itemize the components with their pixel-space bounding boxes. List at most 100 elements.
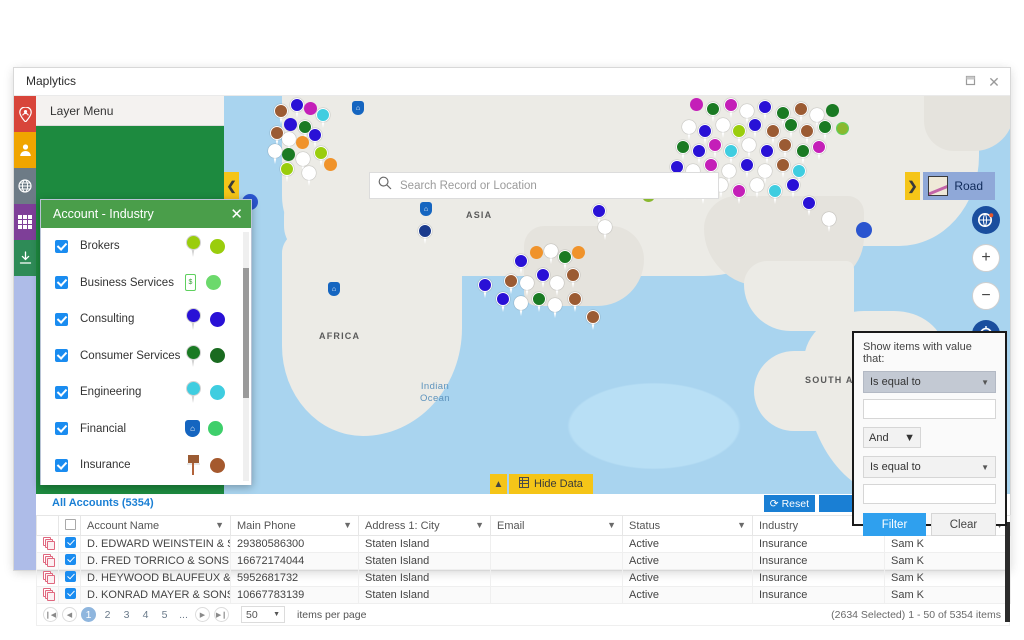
- filter-clear-button[interactable]: Clear: [931, 513, 996, 536]
- filter-operator-1-select[interactable]: Is equal to ▼: [863, 371, 996, 393]
- legend-item-brokers[interactable]: Brokers: [41, 228, 251, 265]
- reset-button[interactable]: ⟳ Reset: [764, 495, 815, 512]
- filter-value-2-input[interactable]: [863, 484, 996, 504]
- map-pin[interactable]: [758, 100, 772, 120]
- legend-item-consulting[interactable]: Consulting: [41, 301, 251, 338]
- map-pin[interactable]: [776, 158, 790, 178]
- search-input[interactable]: [400, 180, 700, 192]
- restore-icon[interactable]: [960, 73, 980, 91]
- map-pin[interactable]: [784, 118, 798, 138]
- map-pin[interactable]: [818, 120, 832, 140]
- map-pin[interactable]: [802, 196, 816, 216]
- map-pin[interactable]: [812, 140, 826, 160]
- close-icon[interactable]: ✕: [230, 207, 243, 222]
- map-dot[interactable]: [856, 222, 872, 238]
- legend-item-insurance[interactable]: Insurance: [41, 447, 251, 484]
- map-dot[interactable]: [530, 246, 543, 259]
- hide-data-button[interactable]: Hide Data: [509, 474, 593, 494]
- map-pin[interactable]: [778, 138, 792, 158]
- filter-apply-button[interactable]: Filter: [863, 513, 926, 536]
- map-pin[interactable]: [708, 138, 722, 158]
- legend-scrollbar-thumb[interactable]: [243, 268, 249, 398]
- map-pin[interactable]: [536, 268, 550, 288]
- map-pin[interactable]: [768, 184, 782, 204]
- table-row[interactable]: D. KONRAD MAYER & SONS 10667783139 State…: [37, 587, 1011, 604]
- map-dot[interactable]: [324, 158, 337, 171]
- funnel-icon[interactable]: ▼: [475, 520, 484, 530]
- sidebar-item-globe[interactable]: [14, 168, 36, 204]
- legend-checkbox[interactable]: [55, 459, 68, 472]
- legend-checkbox[interactable]: [55, 313, 68, 326]
- map-pin[interactable]: [302, 166, 316, 186]
- chevron-up-icon[interactable]: ▲: [490, 474, 507, 494]
- map-shield-pin[interactable]: ⌂: [328, 282, 340, 296]
- filter-operator-2-select[interactable]: Is equal to ▼: [863, 456, 996, 478]
- funnel-icon[interactable]: ▼: [737, 520, 746, 530]
- table-row[interactable]: D. EDWARD WEINSTEIN & SONS 29380586300 S…: [37, 536, 1011, 553]
- open-record-icon[interactable]: [43, 571, 55, 583]
- map-pin[interactable]: [732, 184, 746, 204]
- close-icon[interactable]: ✕: [984, 73, 1004, 91]
- map-pin[interactable]: [418, 224, 432, 244]
- legend-scrollbar[interactable]: [243, 232, 249, 481]
- select-all-checkbox[interactable]: [65, 519, 76, 530]
- map-pin[interactable]: [742, 138, 756, 158]
- map-pin[interactable]: [676, 140, 690, 160]
- legend-checkbox[interactable]: [55, 240, 68, 253]
- map-dot[interactable]: [572, 246, 585, 259]
- map-pin[interactable]: [796, 144, 810, 164]
- map-pin[interactable]: [290, 98, 304, 118]
- map-style-road-button[interactable]: Road: [923, 172, 995, 200]
- map-pin[interactable]: [548, 298, 562, 318]
- map-pin[interactable]: [760, 144, 774, 164]
- map-pin[interactable]: [268, 144, 282, 164]
- filter-conjunction-select[interactable]: And ▼: [863, 427, 921, 448]
- zoom-out-icon[interactable]: −: [972, 282, 1000, 310]
- sidebar-item-territory[interactable]: [14, 96, 36, 132]
- globe-locate-icon[interactable]: [972, 206, 1000, 234]
- map-dot[interactable]: [836, 122, 849, 135]
- map-dot[interactable]: [284, 118, 297, 131]
- map-panel-collapse-right[interactable]: ❯: [905, 172, 920, 200]
- map-pin[interactable]: [550, 276, 564, 296]
- page-1[interactable]: 1: [81, 607, 96, 622]
- open-record-icon[interactable]: [43, 537, 55, 549]
- funnel-icon[interactable]: ▼: [343, 520, 352, 530]
- map-shield-pin[interactable]: ⌂: [420, 202, 432, 216]
- map-pin[interactable]: [532, 292, 546, 312]
- row-checkbox[interactable]: [65, 571, 76, 582]
- row-checkbox[interactable]: [65, 537, 76, 548]
- last-page-icon[interactable]: ▶❙: [214, 607, 229, 622]
- legend-item-business-services[interactable]: Business Services $: [41, 265, 251, 302]
- open-record-icon[interactable]: [43, 588, 55, 600]
- table-row[interactable]: D. HEYWOOD BLAUFEUX & SONS 5952681732 St…: [37, 570, 1011, 587]
- map-search-bar[interactable]: [369, 172, 719, 199]
- sidebar-item-download[interactable]: [14, 240, 36, 276]
- page-size-select[interactable]: 50 ▼: [241, 606, 285, 623]
- table-row[interactable]: D. FRED TORRICO & SONS 16672174044 State…: [37, 553, 1011, 570]
- map-dot[interactable]: [690, 98, 703, 111]
- map-pin[interactable]: [568, 292, 582, 312]
- map-pin[interactable]: [750, 178, 764, 198]
- row-checkbox[interactable]: [65, 588, 76, 599]
- map-panel-collapse-left[interactable]: ❮: [224, 172, 239, 200]
- map-dot[interactable]: [826, 104, 839, 117]
- legend-checkbox[interactable]: [55, 349, 68, 362]
- map-pin[interactable]: [598, 220, 612, 240]
- legend-checkbox[interactable]: [55, 422, 68, 435]
- filter-value-1-input[interactable]: [863, 399, 996, 419]
- map-pin[interactable]: [786, 178, 800, 198]
- funnel-icon[interactable]: ▼: [607, 520, 616, 530]
- open-record-icon[interactable]: [43, 554, 55, 566]
- map-pin[interactable]: [822, 212, 836, 232]
- page-scrollbar[interactable]: [1005, 522, 1010, 622]
- map-pin[interactable]: [558, 250, 572, 270]
- legend-checkbox[interactable]: [55, 386, 68, 399]
- map-pin[interactable]: [514, 296, 528, 316]
- map-pin[interactable]: [740, 158, 754, 178]
- map-pin[interactable]: [724, 144, 738, 164]
- zoom-in-icon[interactable]: +: [972, 244, 1000, 272]
- prev-page-icon[interactable]: ◀: [62, 607, 77, 622]
- legend-item-engineering[interactable]: Engineering: [41, 374, 251, 411]
- map-pin[interactable]: [566, 268, 580, 288]
